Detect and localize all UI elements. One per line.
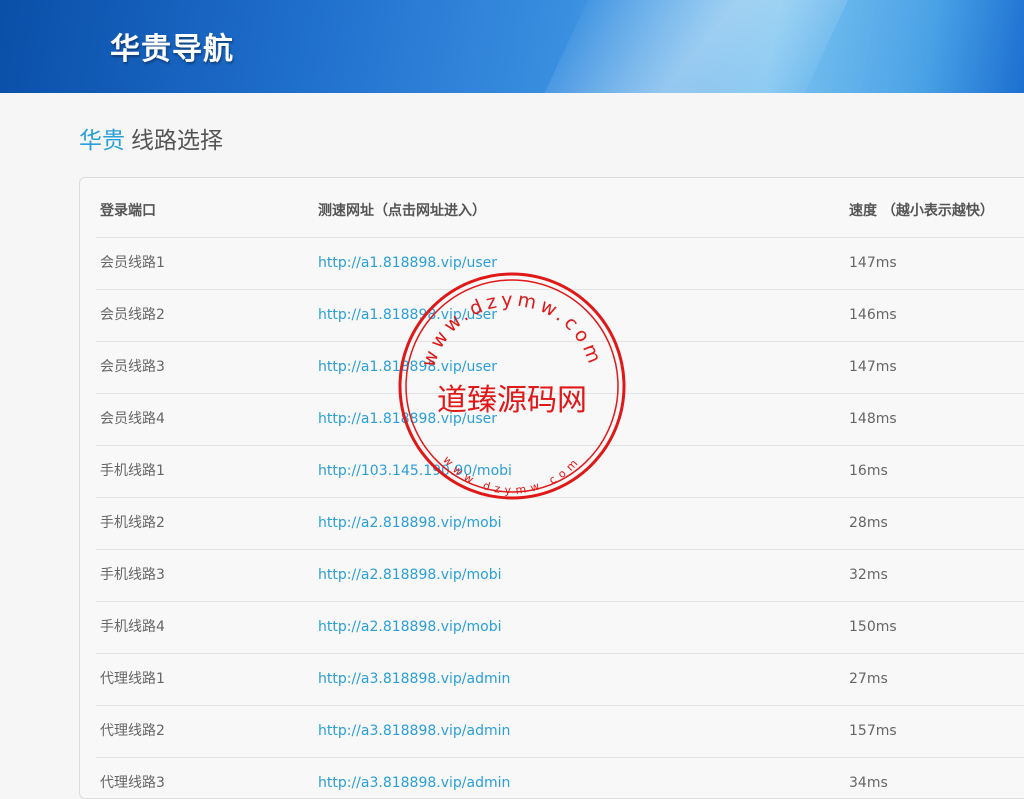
route-speed: 150ms: [849, 619, 897, 635]
route-speed: 148ms: [849, 411, 897, 427]
route-url-link[interactable]: http://a1.818898.vip/user: [318, 255, 497, 271]
route-url-cell: http://103.145.190.90/mobi: [318, 446, 512, 497]
route-name: 会员线路4: [100, 411, 165, 427]
route-url-link[interactable]: http://a1.818898.vip/user: [318, 359, 497, 375]
route-url-link[interactable]: http://a1.818898.vip/user: [318, 411, 497, 427]
route-speed: 157ms: [849, 723, 897, 739]
route-url-cell: http://a1.818898.vip/user: [318, 342, 497, 393]
route-url-cell: http://a1.818898.vip/user: [318, 238, 497, 289]
route-name: 会员线路3: [100, 359, 165, 375]
route-speed: 32ms: [849, 567, 888, 583]
table-row: 手机线路4 http://a2.818898.vip/mobi 150ms: [96, 602, 1024, 654]
route-table: 登录端口 测速网址（点击网址进入） 速度 （越小表示越快） 会员线路1 http:…: [96, 186, 1024, 798]
route-speed: 16ms: [849, 463, 888, 479]
table-row: 会员线路1 http://a1.818898.vip/user 147ms: [96, 238, 1024, 290]
route-url-cell: http://a1.818898.vip/user: [318, 394, 497, 445]
route-speed: 28ms: [849, 515, 888, 531]
route-name: 手机线路3: [100, 567, 165, 583]
route-speed: 147ms: [849, 255, 897, 271]
route-url-link[interactable]: http://a3.818898.vip/admin: [318, 723, 510, 739]
route-url-cell: http://a3.818898.vip/admin: [318, 758, 510, 798]
table-header-row: 登录端口 测速网址（点击网址进入） 速度 （越小表示越快）: [96, 186, 1024, 238]
route-url-link[interactable]: http://a2.818898.vip/mobi: [318, 515, 501, 531]
header-banner: 华贵导航: [0, 0, 1024, 93]
table-row: 会员线路4 http://a1.818898.vip/user 148ms: [96, 394, 1024, 446]
table-row: 会员线路2 http://a1.818898.vip/user 146ms: [96, 290, 1024, 342]
route-table-card: 登录端口 测速网址（点击网址进入） 速度 （越小表示越快） 会员线路1 http:…: [79, 177, 1024, 799]
route-name: 手机线路2: [100, 515, 165, 531]
table-row: 会员线路3 http://a1.818898.vip/user 147ms: [96, 342, 1024, 394]
column-header-port: 登录端口: [100, 203, 156, 219]
page-title: 华贵 线路选择: [79, 121, 223, 155]
route-url-cell: http://a2.818898.vip/mobi: [318, 550, 501, 601]
banner-sheen: [513, 0, 867, 93]
route-name: 代理线路1: [100, 671, 165, 687]
route-speed: 27ms: [849, 671, 888, 687]
column-header-speed: 速度 （越小表示越快）: [849, 203, 994, 219]
route-url-cell: http://a2.818898.vip/mobi: [318, 602, 501, 653]
page-title-text: 线路选择: [131, 128, 223, 154]
route-name: 代理线路2: [100, 723, 165, 739]
route-speed: 147ms: [849, 359, 897, 375]
page-title-accent: 华贵: [79, 128, 125, 154]
route-url-cell: http://a3.818898.vip/admin: [318, 706, 510, 757]
table-row: 手机线路1 http://103.145.190.90/mobi 16ms: [96, 446, 1024, 498]
route-name: 代理线路3: [100, 775, 165, 791]
table-row: 手机线路2 http://a2.818898.vip/mobi 28ms: [96, 498, 1024, 550]
route-speed: 34ms: [849, 775, 888, 791]
table-row: 手机线路3 http://a2.818898.vip/mobi 32ms: [96, 550, 1024, 602]
route-url-cell: http://a2.818898.vip/mobi: [318, 498, 501, 549]
table-row: 代理线路1 http://a3.818898.vip/admin 27ms: [96, 654, 1024, 706]
route-url-cell: http://a1.818898.vip/user: [318, 290, 497, 341]
site-logo[interactable]: 华贵导航: [110, 24, 234, 68]
route-name: 手机线路1: [100, 463, 165, 479]
route-speed: 146ms: [849, 307, 897, 323]
route-url-link[interactable]: http://a2.818898.vip/mobi: [318, 567, 501, 583]
route-name: 手机线路4: [100, 619, 165, 635]
table-row: 代理线路2 http://a3.818898.vip/admin 157ms: [96, 706, 1024, 758]
route-url-link[interactable]: http://a2.818898.vip/mobi: [318, 619, 501, 635]
route-url-link[interactable]: http://a3.818898.vip/admin: [318, 671, 510, 687]
route-name: 会员线路2: [100, 307, 165, 323]
route-url-link[interactable]: http://103.145.190.90/mobi: [318, 463, 512, 479]
route-url-link[interactable]: http://a1.818898.vip/user: [318, 307, 497, 323]
route-url-link[interactable]: http://a3.818898.vip/admin: [318, 775, 510, 791]
route-url-cell: http://a3.818898.vip/admin: [318, 654, 510, 705]
route-name: 会员线路1: [100, 255, 165, 271]
column-header-url: 测速网址（点击网址进入）: [318, 203, 486, 219]
table-row: 代理线路3 http://a3.818898.vip/admin 34ms: [96, 758, 1024, 798]
